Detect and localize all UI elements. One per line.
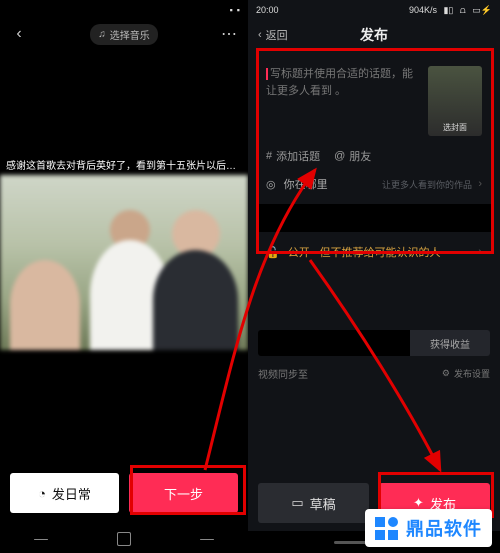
gear-icon: ⚙ [442,368,450,379]
mention-friend-button[interactable]: @ 朋友 [334,148,371,164]
mention-label: 朋友 [349,148,371,164]
more-icon[interactable]: ⋯ [220,25,238,43]
publish-form: 写标题并使用合适的话题，能让更多人看到 。 选封面 # 添加话题 @ 朋友 ◎ … [256,56,492,270]
video-caption: 感谢这首歌去对背后英好了，看到第十五张片以后… [0,153,248,175]
mention-icon: @ [334,150,345,162]
location-row[interactable]: ◎ 你在哪里 让更多人看到你的作品 › [266,176,482,192]
android-navbar-left [0,525,248,553]
earn-row[interactable]: 获得收益 [258,330,490,356]
chevron-right-icon: › [478,246,482,258]
title-placeholder: 写标题并使用合适的话题，能让更多人看到 。 [266,68,413,97]
status-net: 904K/s [409,5,437,15]
watermark-text: 鼎品软件 [406,515,482,541]
earn-label: 获得收益 [430,336,470,351]
video-preview[interactable]: 感谢这首歌去对背后英好了，看到第十五张片以后… [0,48,248,463]
title-input[interactable]: 写标题并使用合适的话题，能让更多人看到 。 [266,66,420,136]
location-label: 你在哪里 [284,176,328,192]
sync-label: 视频同步至 [258,366,308,381]
statusbar-right: 20:00 904K/s ▮▯ ⩍ ▭⚡ [248,0,500,20]
publish-header: ‹ 返回 发布 [248,20,500,50]
post-daily-button[interactable]: ◔ 发日常 [10,473,119,513]
publish-screen: 20:00 904K/s ▮▯ ⩍ ▭⚡ ‹ 返回 发布 写标题并使用合适的话题… [248,0,500,553]
hashtag-icon: # [266,150,272,162]
next-step-label: 下一步 [164,484,203,503]
video-still [0,175,248,350]
editor-bottom-bar: ◔ 发日常 下一步 [0,463,248,525]
add-hashtag-button[interactable]: # 添加话题 [266,148,320,164]
draft-label: 草稿 [310,494,336,513]
music-chip[interactable]: ♫ 选择音乐 [90,24,158,45]
back-icon[interactable]: ‹ [10,25,28,43]
cover-label: 选封面 [443,122,467,133]
nav-recents-icon[interactable] [200,539,214,540]
save-draft-button[interactable]: ▭ 草稿 [258,483,369,523]
wifi-icon: ⩍ [460,5,466,15]
lock-icon: 🔓 [266,246,280,259]
publish-lower: 获得收益 视频同步至 ⚙ 发布设置 [258,330,490,381]
battery-icon: ▭⚡ [472,5,492,15]
settings-label: 发布设置 [454,367,490,380]
nav-back-icon[interactable] [34,539,48,540]
nav-home-icon[interactable] [117,532,131,546]
post-daily-label: 发日常 [52,484,91,503]
editor-screen: ▪▪ ‹ ♫ 选择音乐 ⋯ 感谢这首歌去对背后英好了，看到第十五张片以后… ◔ [0,0,248,553]
draft-icon: ▭ [291,495,303,511]
clock-icon: ◔ [38,486,46,501]
editor-topbar: ‹ ♫ 选择音乐 ⋯ [0,20,248,48]
music-chip-label: 选择音乐 [110,27,150,42]
privacy-row[interactable]: 🔓 公开 · 但不推荐给可能认识的人 › [266,244,482,260]
publish-settings-button[interactable]: ⚙ 发布设置 [442,367,490,380]
chevron-right-icon: › [478,178,482,190]
watermark: 鼎品软件 [365,509,492,547]
page-title: 发布 [248,25,500,45]
location-sub: 让更多人看到你的作品 [382,178,472,191]
watermark-logo-icon [375,517,398,540]
hashtag-label: 添加话题 [276,148,320,164]
cover-picker[interactable]: 选封面 [428,66,482,136]
privacy-label: 公开 · 但不推荐给可能认识的人 [288,244,441,260]
statusbar-left: ▪▪ [0,0,248,20]
signal-icon: ▮▯ [443,5,453,15]
status-time: 20:00 [256,5,279,15]
location-icon: ◎ [266,178,276,191]
redacted-strip [256,204,492,232]
next-step-button[interactable]: 下一步 [129,473,238,513]
music-icon: ♫ [98,29,106,40]
